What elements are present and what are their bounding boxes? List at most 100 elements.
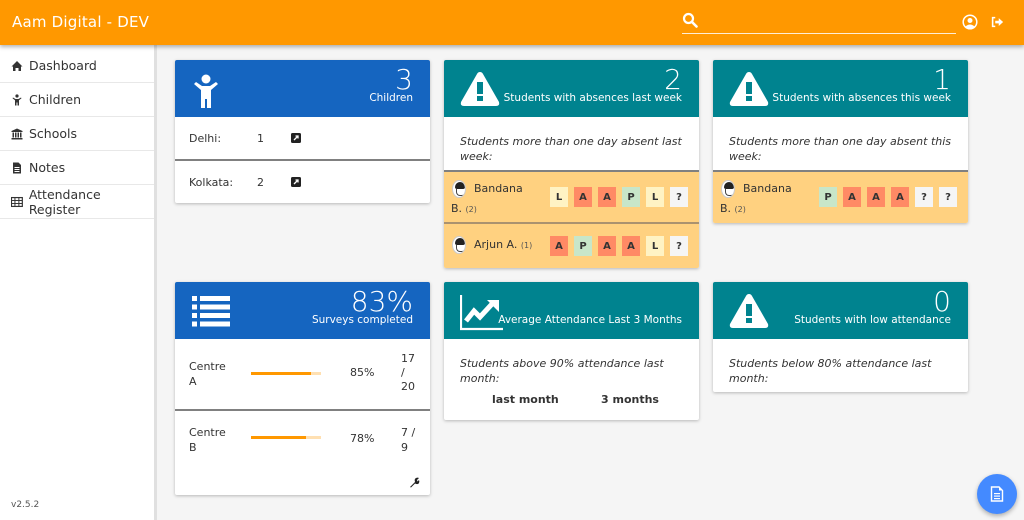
student-name-rest: B. (2) [451,202,477,215]
centre-fraction: 17/20 [401,352,415,393]
attendance-day: ? [915,187,933,207]
app-title: Aam Digital - DEV [12,13,150,31]
low-attendance-label: Students with low attendance [794,314,951,326]
sidebar-item-dashboard[interactable]: Dashboard [0,49,154,83]
absences-last-week-description: Students more than one day absent last w… [460,135,682,163]
attendance-day: A [622,236,640,256]
sidebar-item-schools[interactable]: Schools [0,117,154,151]
file-text-icon [13,162,21,173]
center-row: Kolkata: 2 [175,161,430,203]
average-attendance-header: Average Attendance Last 3 Months [444,282,699,339]
attendance-day: A [891,187,909,207]
attendance-week: A P A A L ? [550,236,699,256]
attendance-day: L [550,187,568,207]
absence-count: (2) [465,205,477,214]
warning-icon [729,294,769,328]
absence-count: (2) [734,205,746,214]
child-icon [194,74,218,108]
center-name: Delhi: [189,131,222,145]
average-attendance-card: Average Attendance Last 3 Months Student… [444,282,699,420]
progress-bar [251,372,321,375]
center-count: 2 [257,175,264,189]
logout-icon[interactable] [990,14,1004,30]
add-note-button[interactable] [977,474,1017,514]
note-icon [990,486,1004,502]
attendance-day: L [646,187,664,207]
attendance-day: ? [670,187,688,207]
warning-icon [460,72,500,106]
absences-this-week-description: Students more than one day absent this w… [729,135,952,163]
sidebar-item-label: Notes [29,160,66,175]
children-label: Children [369,92,413,104]
list-icon [192,296,230,327]
average-attendance-columns: last month 3 months [444,386,699,416]
attendance-day: ? [670,236,688,256]
center-name: Kolkata: [189,175,234,189]
search-box[interactable] [682,10,956,34]
sidebar-item-label: Dashboard [29,58,97,73]
survey-row: Centre A 85% 17/20 [175,339,430,409]
student-row[interactable]: Bandana B. (2) L A A P L ? [444,172,699,222]
low-attendance-card: 0 Students with low attendance Students … [713,282,968,392]
attendance-day: A [550,236,568,256]
attendance-week: P A A A ? ? [819,187,968,207]
student-row[interactable]: Arjun A. (1) A P A A L ? [444,224,699,268]
attendance-week: L A A P L ? [550,187,699,207]
top-bar: Aam Digital - DEV [0,0,1024,45]
attendance-day: P [819,187,837,207]
sidebar-item-label: Children [29,92,82,107]
attendance-day: A [843,187,861,207]
low-attendance-header: 0 Students with low attendance [713,282,968,339]
children-card: 3 Children Delhi: 1 Kolkata: 2 [175,60,430,203]
surveys-label: Surveys completed [311,314,413,326]
avatar [452,236,466,254]
student-first-name: Bandana [743,182,792,195]
absences-this-week-label: Students with absences this week [772,92,951,104]
student-row[interactable]: Bandana B. (2) P A A A ? ? [713,172,968,223]
low-attendance-description: Students below 80% attendance last month… [729,357,932,385]
warning-icon [729,72,769,106]
sidebar-item-attendance-register[interactable]: Attendance Register [0,185,154,219]
absences-this-week-header: 1 Students with absences this week [713,60,968,117]
user-profile-icon[interactable] [962,14,978,30]
sidebar: Dashboard Children Schools Notes Attenda… [0,45,157,520]
student-name-rest: B. (2) [720,202,746,215]
progress-fill [251,372,311,375]
centre-name: Centre B [189,426,226,454]
centre-fraction: 7 /9 [401,426,416,454]
attendance-day: A [598,187,616,207]
external-link-icon[interactable] [291,133,301,143]
attendance-day: A [598,236,616,256]
child-icon [12,93,22,105]
center-count: 1 [257,131,264,145]
centre-name: Centre A [189,360,226,388]
app-version: v2.5.2 [11,500,40,510]
absences-last-week-header: 2 Students with absences last week [444,60,699,117]
home-icon [11,60,23,71]
search-input[interactable] [704,10,954,32]
absences-this-week-card: 1 Students with absences this week Stude… [713,60,968,223]
surveys-card-header: 83% Surveys completed [175,282,430,339]
children-card-header: 3 Children [175,60,430,117]
average-attendance-label: Average Attendance Last 3 Months [498,314,682,326]
search-icon[interactable] [682,12,698,28]
attendance-day: A [574,187,592,207]
sidebar-item-notes[interactable]: Notes [0,151,154,185]
column-header-last-month[interactable]: last month [492,393,559,406]
wrench-icon[interactable] [409,477,420,488]
external-link-icon[interactable] [291,177,301,187]
avatar [452,180,466,198]
column-header-3-months[interactable]: 3 months [601,393,659,406]
sidebar-item-children[interactable]: Children [0,83,154,117]
attendance-day: P [574,236,592,256]
progress-bar [251,436,321,439]
center-row: Delhi: 1 [175,117,430,159]
table-icon [11,196,23,207]
absences-last-week-label: Students with absences last week [503,92,682,104]
attendance-day: P [622,187,640,207]
centre-percent: 78% [350,432,375,445]
progress-fill [251,436,306,439]
average-attendance-description: Students above 90% attendance last month… [460,357,664,385]
avatar [721,180,735,198]
attendance-day: ? [939,187,957,207]
